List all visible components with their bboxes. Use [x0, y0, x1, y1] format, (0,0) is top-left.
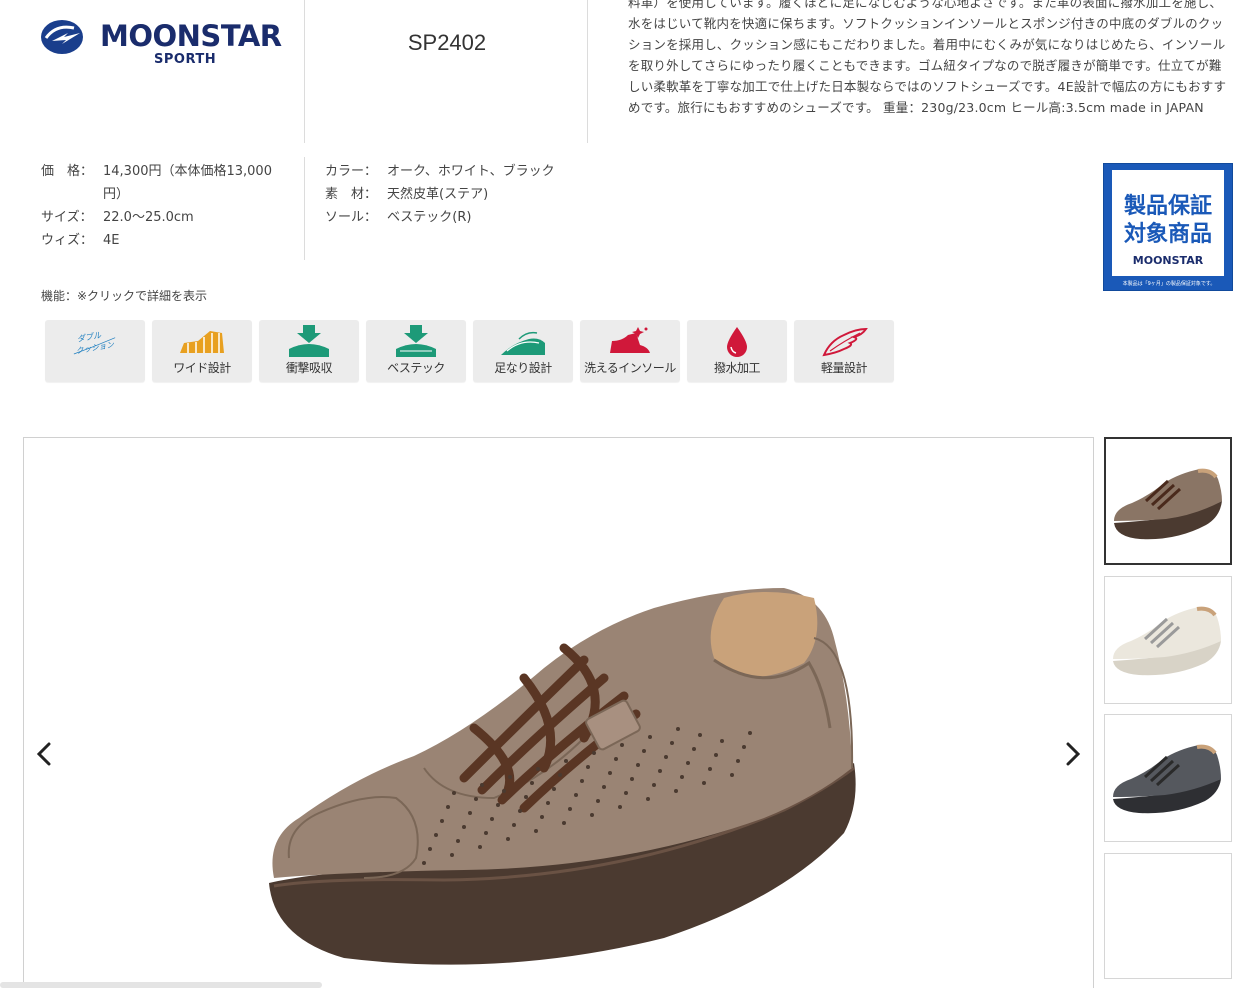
washable-insole-icon [610, 327, 650, 353]
main-image-viewer[interactable] [23, 437, 1094, 988]
feature-label: 衝撃吸収 [285, 361, 333, 375]
thumbnail-white[interactable] [1104, 576, 1232, 704]
feature-washable-insole[interactable]: 洗えるインソール [580, 320, 680, 382]
feature-label: 洗えるインソール [584, 361, 676, 375]
feature-label: ベステック [387, 361, 445, 375]
spec-width: ウィズ： 4E [41, 229, 291, 252]
spec-label: ソール： [325, 210, 378, 225]
next-arrow-icon[interactable] [1060, 738, 1084, 770]
spec-label: ウィズ： [41, 233, 94, 248]
moonstar-logo[interactable]: MOONSTAR SPORTH [40, 14, 282, 70]
thumbnail-oak[interactable] [1104, 437, 1232, 565]
specs-divider [304, 157, 305, 260]
feature-double-cushion[interactable]: ダブル クッション [45, 320, 145, 382]
svg-text:ダブル: ダブル [76, 330, 103, 344]
prev-arrow-icon[interactable] [33, 738, 57, 770]
spec-value: 14,300円（本体価格13,000円） [103, 164, 272, 202]
features-list: ダブル クッション ワイド設計 衝撃吸収 ベステック 足なり設計 洗えるインソー… [45, 320, 894, 382]
bestec-icon [396, 325, 436, 357]
features-title: 機能：※クリックで詳細を表示 [41, 289, 208, 303]
spec-label: 素 材： [325, 187, 378, 202]
spec-value: 天然皮革(ステア) [387, 187, 489, 202]
spec-sole: ソール： ベステック(R) [325, 206, 625, 229]
spec-size: サイズ： 22.0〜25.0cm [41, 206, 291, 229]
badge-fine-print: 本製品は「9ヶ月」の製品保証対象です。 [1122, 281, 1216, 287]
model-number: SP2402 [407, 30, 487, 55]
spec-price: 価 格： 14,300円（本体価格13,000円） [41, 160, 291, 206]
product-header: MOONSTAR SPORTH SP2402 料革）を使用しています。履くほどに… [0, 0, 1250, 145]
spec-label: 価 格： [41, 164, 94, 179]
header-divider-2 [587, 0, 588, 143]
spec-label: サイズ： [41, 210, 93, 225]
wide-design-icon [180, 331, 224, 353]
shoe-thumbnail-image [1113, 744, 1221, 814]
brand-wordmark: MOONSTAR [100, 19, 282, 53]
spec-value: 4E [103, 233, 120, 248]
spec-label: カラー： [325, 164, 378, 179]
badge-line-1: 製品保証 [1123, 194, 1212, 219]
water-repellent-icon [727, 327, 747, 357]
horizontal-scrollbar[interactable] [0, 982, 322, 988]
shoe-thumbnail-image [1113, 606, 1221, 676]
foot-shape-icon [501, 331, 545, 355]
feature-bestec[interactable]: ベステック [366, 320, 466, 382]
spec-value: ベステック(R) [387, 210, 472, 225]
double-cushion-icon: ダブル クッション [73, 330, 116, 356]
shock-absorb-icon [289, 325, 329, 357]
warranty-badge: 製品保証 対象商品 MOONSTAR 本製品は「9ヶ月」の製品保証対象です。 [1103, 163, 1233, 291]
feature-lightweight[interactable]: 軽量設計 [794, 320, 894, 382]
spec-material: 素 材： 天然皮革(ステア) [325, 183, 625, 206]
feature-label: 足なり設計 [494, 361, 552, 375]
header-divider-1 [304, 0, 305, 143]
badge-inner: 製品保証 対象商品 MOONSTAR [1112, 170, 1224, 276]
feature-label: 軽量設計 [820, 361, 868, 375]
lightweight-icon [822, 327, 868, 357]
feature-wide-design[interactable]: ワイド設計 [152, 320, 252, 382]
feature-foot-shape[interactable]: 足なり設計 [473, 320, 573, 382]
sub-brand: SPORTH [154, 52, 217, 67]
spec-color: カラー： オーク、ホワイト、ブラック [325, 160, 625, 183]
feature-water-repellent[interactable]: 撥水加工 [687, 320, 787, 382]
feature-label: ワイド設計 [173, 361, 231, 375]
shoe-thumbnail-image [1114, 468, 1222, 540]
specs-left: 価 格： 14,300円（本体価格13,000円） サイズ： 22.0〜25.0… [41, 160, 291, 252]
feature-label: 撥水加工 [713, 361, 761, 375]
thumbnail-empty[interactable] [1104, 853, 1232, 979]
spec-value: 22.0〜25.0cm [103, 210, 194, 225]
product-description: 料革）を使用しています。履くほどに足になじむような心地よさです。また革の表面に撥… [628, 0, 1227, 115]
badge-line-2: 対象商品 [1123, 222, 1212, 247]
feature-shock-absorb[interactable]: 衝撃吸収 [259, 320, 359, 382]
shoe-perforations [422, 727, 752, 865]
thumbnail-black[interactable] [1104, 714, 1232, 842]
specs-right: カラー： オーク、ホワイト、ブラック 素 材： 天然皮革(ステア) ソール： ベ… [325, 160, 625, 229]
badge-brand: MOONSTAR [1132, 254, 1204, 267]
spec-value: オーク、ホワイト、ブラック [387, 164, 555, 179]
